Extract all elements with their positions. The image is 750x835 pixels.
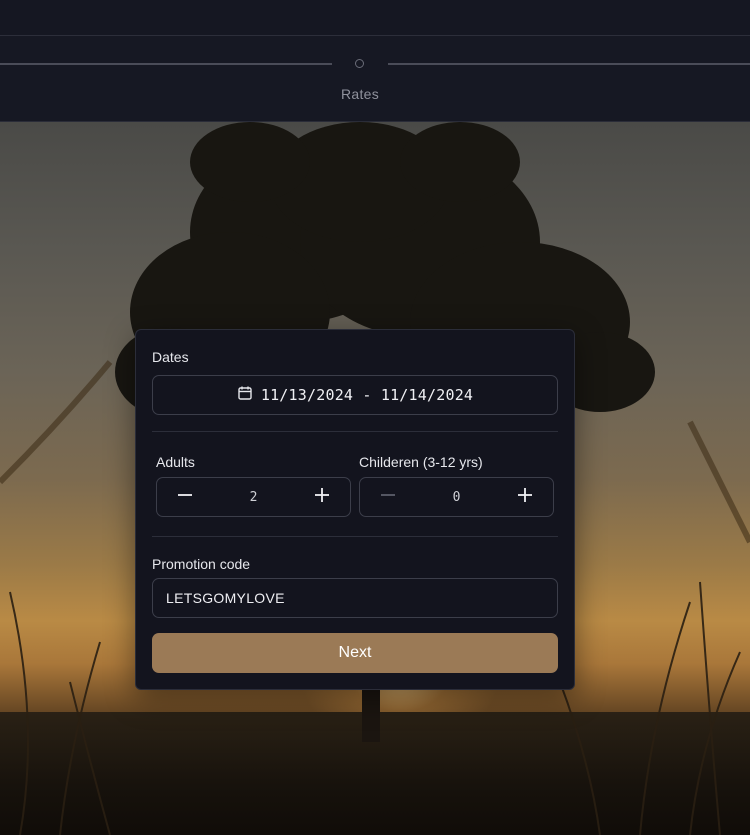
top-header: Rates [0, 0, 750, 122]
minus-icon [177, 487, 193, 508]
adults-label: Adults [156, 454, 195, 470]
dates-label: Dates [152, 349, 189, 365]
date-range-value: 11/13/2024 - 11/14/2024 [260, 386, 474, 404]
step-label-rates: Rates [340, 86, 380, 102]
adults-decrement-button[interactable] [157, 478, 213, 516]
children-decrement-button[interactable] [360, 478, 416, 516]
children-stepper: 0 [359, 477, 554, 517]
stepper-step-dot[interactable] [355, 59, 364, 68]
promo-code-label: Promotion code [152, 556, 251, 572]
promo-code-input[interactable]: LETSGOMYLOVE [152, 578, 558, 618]
calendar-icon [237, 385, 253, 406]
booking-card: Dates 11/13/2024 - 11/14/2024 Adults Chi… [135, 329, 575, 690]
stepper-line-left [0, 63, 332, 65]
children-increment-button[interactable] [497, 478, 553, 516]
plus-icon [517, 487, 533, 508]
children-count: 0 [452, 489, 461, 505]
adults-count: 2 [249, 489, 258, 505]
children-label: Childeren (3-12 yrs) [359, 454, 483, 470]
stepper-line-right [388, 63, 750, 65]
adults-stepper: 2 [156, 477, 351, 517]
header-top-bar [0, 0, 750, 36]
date-range-picker[interactable]: 11/13/2024 - 11/14/2024 [152, 375, 558, 415]
adults-increment-button[interactable] [294, 478, 350, 516]
section-divider [152, 431, 558, 432]
section-divider [152, 536, 558, 537]
plus-icon [314, 487, 330, 508]
minus-icon [380, 487, 396, 508]
next-button[interactable]: Next [152, 633, 558, 673]
